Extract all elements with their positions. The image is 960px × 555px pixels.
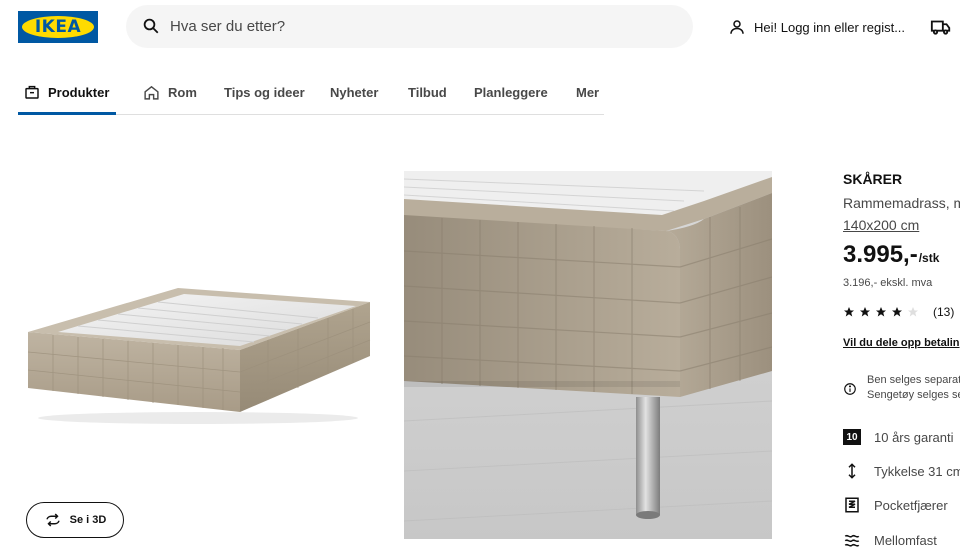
- nav-label: Produkter: [48, 84, 110, 100]
- firmness-waves-icon: [844, 534, 860, 547]
- price-excl-vat: 3.196,- ekskl. mva: [843, 277, 933, 289]
- nav-label: Planleggere: [474, 84, 548, 100]
- home-icon: [144, 85, 159, 100]
- ikea-logo[interactable]: IKEA: [18, 11, 98, 43]
- ten-years-badge-icon: 10: [843, 429, 861, 445]
- nav-label: Rom: [168, 84, 197, 100]
- split-payment-link[interactable]: Vil du dele opp betalin: [843, 337, 960, 349]
- spring-icon: [845, 497, 859, 513]
- feature-label: 10 års garanti: [874, 429, 954, 445]
- catalog-icon: [25, 85, 39, 99]
- nav-label: Tips og ideer: [224, 84, 305, 100]
- search-input[interactable]: [170, 5, 670, 48]
- feature-label: Pocketfjærer: [874, 497, 948, 513]
- nav-item-tilbud[interactable]: Tilbud: [408, 72, 447, 112]
- login-link[interactable]: Hei! Logg inn eller regist...: [728, 15, 905, 39]
- rating[interactable]: (13): [843, 305, 954, 319]
- logo-text: IKEA: [34, 17, 82, 37]
- view-in-3d-button[interactable]: Se i 3D: [26, 502, 124, 538]
- nav-item-rom[interactable]: Rom: [143, 72, 197, 112]
- logo-oval: IKEA: [22, 16, 94, 38]
- search-bar[interactable]: [126, 5, 693, 48]
- feature-thickness: Tykkelse 31 cm: [843, 462, 960, 480]
- rating-count: (13): [933, 305, 955, 319]
- view-in-3d-label: Se i 3D: [69, 514, 107, 526]
- nav-item-mer[interactable]: Mer: [576, 72, 599, 112]
- star-filled-icon: [876, 307, 886, 317]
- feature-label: Tykkelse 31 cm: [874, 463, 960, 479]
- nav-label: Nyheter: [330, 84, 379, 100]
- product-description: Rammemadrass, m: [843, 195, 960, 211]
- thickness-arrow-icon: [848, 463, 856, 479]
- product-image-main[interactable]: [18, 260, 388, 430]
- info-icon: [844, 383, 856, 395]
- product-name: SKÅRER: [843, 171, 903, 187]
- price-unit: /stk: [918, 251, 940, 265]
- login-label: Hei! Logg inn eller regist...: [754, 19, 906, 35]
- star-filled-icon: [844, 307, 854, 317]
- star-filled-icon: [860, 307, 870, 317]
- product-price: 3.995,- /stk: [843, 241, 939, 269]
- notice-line-2: Sengetøy selges se: [867, 389, 960, 401]
- product-image-detail[interactable]: [404, 171, 772, 539]
- delivery-truck-icon[interactable]: [930, 16, 952, 38]
- nav-item-planleggere[interactable]: Planleggere: [474, 72, 548, 112]
- price-value: 3.995,-: [843, 241, 918, 268]
- star-empty-icon: [908, 307, 918, 317]
- star-filled-icon: [892, 307, 902, 317]
- search-icon[interactable]: [142, 17, 160, 35]
- nav-label: Mer: [576, 84, 600, 100]
- nav-label: Tilbud: [408, 84, 447, 100]
- feature-label: Mellomfast: [874, 532, 937, 548]
- nav-item-nyheter[interactable]: Nyheter: [330, 72, 378, 112]
- rotate-3d-icon: [45, 513, 60, 527]
- active-tab-indicator: [18, 112, 116, 115]
- notice-line-1: Ben selges separat: [867, 374, 960, 386]
- user-icon: [730, 20, 744, 34]
- feature-firmness: Mellomfast: [843, 531, 937, 549]
- product-size-link[interactable]: 140x200 cm: [843, 217, 919, 233]
- nav-item-tips-og-ideer[interactable]: Tips og ideer: [224, 72, 305, 112]
- nav-item-produkter[interactable]: Produkter: [24, 72, 109, 112]
- product-info-panel: SKÅRER Rammemadrass, m 140x200 cm 3.995,…: [843, 171, 960, 555]
- feature-springs: Pocketfjærer: [843, 496, 948, 514]
- feature-warranty: 10 10 års garanti: [843, 429, 954, 445]
- main-nav: Produkter Rom Tips og ideer Nyheter Tilb…: [18, 72, 604, 115]
